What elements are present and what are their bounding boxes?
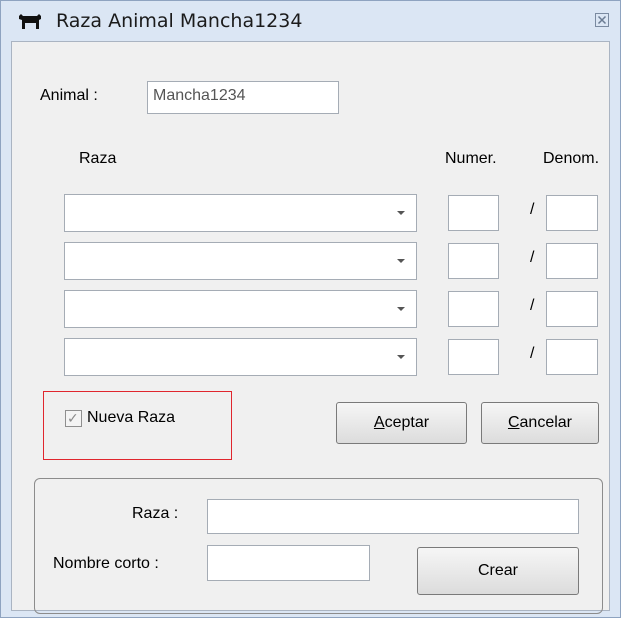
cow-icon [19,14,41,29]
animal-label: Animal : [40,87,98,104]
nueva-raza-label[interactable]: Nueva Raza [87,409,175,427]
fraction-separator: / [530,201,535,218]
new-raza-label: Raza : [132,505,179,522]
numer-input-1[interactable] [448,195,499,231]
dialog-window: Raza Animal Mancha1234 Animal : Mancha12… [0,0,621,618]
aceptar-button[interactable]: Aceptar [336,402,467,444]
chevron-down-icon [397,355,405,359]
chevron-down-icon [397,211,405,215]
numer-input-3[interactable] [448,291,499,327]
numer-input-4[interactable] [448,339,499,375]
crear-button[interactable]: Crear [417,547,579,595]
nombre-corto-label: Nombre corto : [53,555,159,572]
raza-select-2[interactable] [64,242,417,280]
animal-field[interactable]: Mancha1234 [147,81,339,114]
raza-select-1[interactable] [64,194,417,232]
new-raza-input[interactable] [207,499,579,534]
chevron-down-icon [397,259,405,263]
numer-column-header: Numer. [445,150,497,167]
dialog-body: Animal : Mancha1234 Raza Numer. Denom. /… [11,41,610,614]
fraction-separator: / [530,345,535,362]
denom-column-header: Denom. [543,150,600,167]
nombre-corto-input[interactable] [207,545,370,581]
fraction-separator: / [530,249,535,266]
cancelar-button[interactable]: Cancelar [481,402,599,444]
raza-column-header: Raza [79,150,117,167]
denom-input-1[interactable] [546,195,598,231]
denom-input-3[interactable] [546,291,598,327]
numer-input-2[interactable] [448,243,499,279]
nueva-raza-checkbox[interactable]: ✓ [65,410,82,427]
raza-select-4[interactable] [64,338,417,376]
denom-input-2[interactable] [546,243,598,279]
checkmark-icon: ✓ [67,410,79,426]
window-title: Raza Animal Mancha1234 [56,10,303,32]
chevron-down-icon [397,307,405,311]
fraction-separator: / [530,297,535,314]
denom-input-4[interactable] [546,339,598,375]
title-bar[interactable]: Raza Animal Mancha1234 [1,1,620,41]
close-icon[interactable] [595,13,609,27]
raza-select-3[interactable] [64,290,417,328]
